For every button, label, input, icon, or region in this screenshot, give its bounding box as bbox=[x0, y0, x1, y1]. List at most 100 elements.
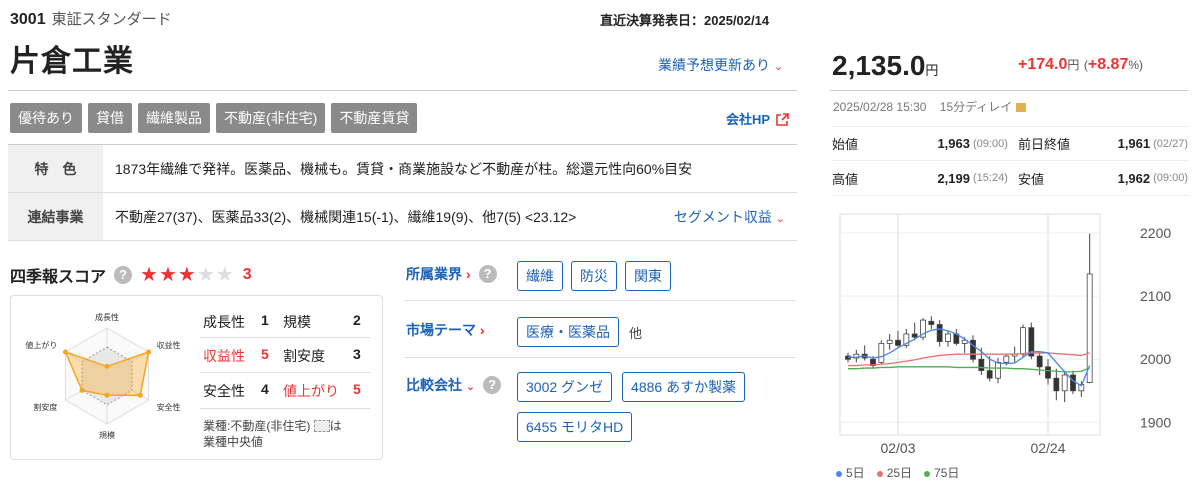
external-link-icon bbox=[776, 113, 790, 126]
candle-body bbox=[1070, 374, 1076, 392]
candle-body bbox=[1053, 377, 1060, 392]
change-pct: +8.87 bbox=[1087, 56, 1129, 73]
chevron-down-icon: ⌄ bbox=[773, 61, 784, 73]
radar-point bbox=[137, 392, 143, 398]
radar-point bbox=[104, 363, 110, 369]
note-tail: は bbox=[329, 419, 342, 433]
dot-icon bbox=[836, 470, 842, 477]
star-icon: ★ bbox=[140, 264, 159, 286]
candle-body bbox=[945, 333, 951, 342]
score-item-value: 5 bbox=[261, 346, 269, 362]
legend-item: 75日 bbox=[924, 464, 959, 481]
divider bbox=[200, 337, 370, 338]
theme-chips: 医療・医薬品 他 bbox=[517, 317, 642, 347]
forecast-link[interactable]: 業績予想更新あり ⌄ bbox=[658, 55, 783, 75]
candle-body bbox=[986, 370, 993, 379]
compare-chip[interactable]: 3002 グンゼ bbox=[517, 372, 613, 402]
score-item-value: 1 bbox=[261, 312, 269, 328]
candle-body bbox=[895, 339, 901, 346]
theme-label[interactable]: 市場テーマ › bbox=[406, 320, 485, 340]
help-icon[interactable]: ? bbox=[478, 265, 497, 283]
tag[interactable]: 優待あり bbox=[10, 103, 82, 133]
score-item-name: 安全性 bbox=[203, 383, 245, 399]
prev-label: 前日終値 bbox=[1018, 137, 1071, 152]
radar-point bbox=[79, 387, 85, 393]
open-time: (09:00) bbox=[973, 137, 1008, 150]
compare-chips-row2: 6455 モリタHD bbox=[517, 412, 633, 442]
divider bbox=[830, 90, 1188, 91]
radar-label: 規模 bbox=[99, 430, 115, 440]
score-item: 割安度 3 bbox=[283, 346, 361, 366]
industry-section: 所属業界 › ? bbox=[406, 264, 497, 284]
quote-datetime: 2025/02/28 15:30 bbox=[833, 100, 927, 114]
feature-text: 1873年繊維で発祥。医薬品、機械も。賃貸・商業施設など不動産が柱。総還元性向6… bbox=[115, 160, 693, 177]
candle-body bbox=[970, 339, 976, 360]
help-icon[interactable]: ? bbox=[483, 376, 502, 394]
segment-text: 不動産27(37)、医薬品33(2)、機械関連15(-1)、繊維19(9)、他7… bbox=[115, 208, 577, 225]
candle-body bbox=[1036, 355, 1043, 368]
industry-chip[interactable]: 防災 bbox=[571, 261, 617, 291]
candle-body bbox=[1045, 366, 1051, 379]
industry-label[interactable]: 所属業界 › bbox=[406, 264, 471, 284]
company-hp-link[interactable]: 会社HP bbox=[726, 109, 790, 128]
company-name: 片倉工業 bbox=[10, 45, 134, 78]
score-item: 規模 2 bbox=[283, 312, 361, 332]
theme-chip[interactable]: 医療・医薬品 bbox=[517, 317, 619, 347]
score-item-value: 4 bbox=[261, 381, 269, 397]
code-text: 3001 bbox=[10, 11, 46, 28]
price-chart[interactable]: 2200 2100 2000 1900 02/03 02/24 bbox=[836, 210, 1186, 460]
tag[interactable]: 不動産(非住宅) bbox=[216, 103, 326, 133]
segment-row: 連結事業 不動産27(37)、医薬品33(2)、機械関連15(-1)、繊維19(… bbox=[8, 193, 797, 241]
compare-label[interactable]: 比較会社 ⌄ bbox=[406, 375, 475, 395]
ohlc-row: 高値 2,199 (15:24) 安値 1,962 (09:00) bbox=[832, 161, 1188, 196]
radar-label: 収益性 bbox=[157, 340, 181, 350]
quote-time: 2025/02/28 15:30 15分ディレイ bbox=[833, 98, 1026, 115]
score-item-name: 規模 bbox=[283, 314, 311, 330]
ohlc-table: 始値 1,963 (09:00) 前日終値 1,961 (02/27) 高値 2,199(… bbox=[832, 126, 1188, 196]
help-icon[interactable]: ? bbox=[114, 265, 133, 284]
prev-value: 1,961 bbox=[1117, 136, 1151, 151]
industry-label-text: 所属業界 bbox=[406, 266, 462, 282]
score-item: 安全性 4 bbox=[203, 381, 269, 401]
legend-label: 5日 bbox=[846, 466, 865, 480]
tag[interactable]: 貸借 bbox=[88, 103, 132, 133]
segment-revenue-link[interactable]: セグメント収益 ⌄ bbox=[674, 207, 785, 227]
score-item-name: 成長性 bbox=[203, 314, 245, 330]
compare-label-text: 比較会社 bbox=[406, 377, 462, 393]
legend-label: 25日 bbox=[886, 466, 913, 480]
star-empty-icon: ★ bbox=[215, 264, 235, 286]
tag[interactable]: 不動産賃貸 bbox=[331, 103, 418, 133]
industry-chip[interactable]: 繊維 bbox=[517, 261, 563, 291]
compare-chip[interactable]: 4886 あすか製薬 bbox=[622, 372, 746, 402]
legend-item: 5日 bbox=[836, 464, 865, 481]
tag[interactable]: 繊維製品 bbox=[138, 103, 210, 133]
candle-body bbox=[936, 324, 943, 342]
star-icon: ★ bbox=[177, 264, 197, 286]
industry-chip[interactable]: 関東 bbox=[625, 261, 671, 291]
company-hp-label: 会社HP bbox=[726, 112, 770, 127]
forecast-label: 業績予想更新あり bbox=[658, 57, 770, 73]
pct-close: %) bbox=[1128, 58, 1144, 72]
open-label: 始値 bbox=[832, 137, 859, 152]
radar-label: 安全性 bbox=[157, 402, 181, 412]
candle-body bbox=[911, 333, 918, 338]
feature-row: 特 色 1873年繊維で発祥。医薬品、機械も。賃貸・商業施設など不動産が柱。総還… bbox=[8, 145, 797, 193]
high-time: (15:24) bbox=[973, 172, 1008, 184]
segment-link-label: セグメント収益 bbox=[673, 208, 772, 225]
score-header: 四季報スコア ? ★★★★★ 3 bbox=[10, 262, 252, 287]
radar-chart: 成長性収益性安全性規模 割安度 値上がり bbox=[25, 312, 181, 440]
score-item-value: 3 bbox=[353, 346, 361, 362]
note-text: 業種:不動産(非住宅) bbox=[203, 419, 311, 433]
price-unit: 円 bbox=[925, 63, 939, 78]
candle-body bbox=[878, 343, 885, 363]
radar-label: 値上がり bbox=[25, 340, 57, 350]
theme-other[interactable]: 他 bbox=[629, 323, 642, 342]
divider bbox=[200, 408, 370, 409]
feature-label: 特 色 bbox=[8, 145, 103, 192]
high-label: 高値 bbox=[832, 171, 859, 187]
segment-label: 連結事業 bbox=[8, 193, 103, 240]
industry-chips: 繊維 防災 関東 bbox=[517, 261, 671, 291]
compare-chip[interactable]: 6455 モリタHD bbox=[517, 412, 633, 442]
score-item-name: 値上がり bbox=[283, 383, 339, 399]
median-swatch-icon bbox=[313, 420, 330, 432]
